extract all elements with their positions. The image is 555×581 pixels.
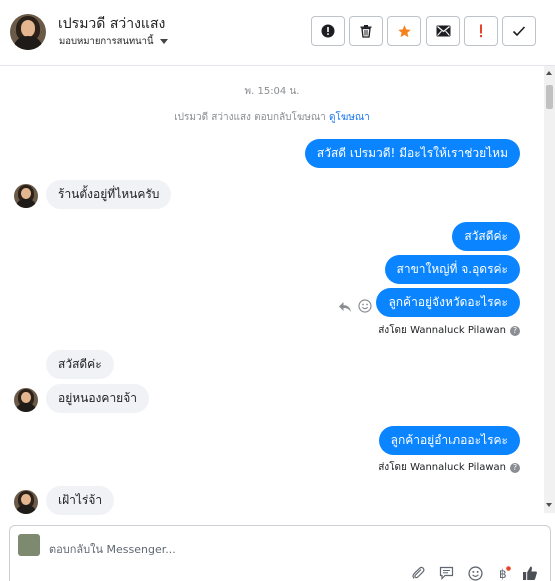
message-bubble-in[interactable]: ร้านตั้งอยู่ที่ไหนครับ <box>46 180 172 209</box>
message-bubble-out[interactable]: ลูกค้าอยู่จังหวัดอะไรคะ <box>376 288 520 317</box>
scrollbar-thumb[interactable] <box>546 85 553 109</box>
trash-icon <box>360 25 372 38</box>
message-timestamp: พ. 15:04 น. <box>244 86 300 97</box>
conversation-header: เปรมวดี สว่างแสง มอบหมายการสนทนานี้ <box>0 0 555 66</box>
contact-avatar[interactable] <box>10 14 46 50</box>
reply-composer[interactable]: ตอบกลับใน Messenger... ฿ <box>9 525 551 581</box>
exclamation-circle-icon <box>321 24 335 38</box>
assign-conversation-dropdown[interactable]: มอบหมายการสนทนานี้ <box>59 34 168 49</box>
sent-by-text: ส่งโดย Wannaluck Pilawan <box>378 325 506 336</box>
message-bubble-in[interactable]: เฝ้าไร่จ้า <box>46 486 115 515</box>
sent-by-text: ส่งโดย Wannaluck Pilawan <box>378 462 506 473</box>
envelope-icon <box>436 25 450 37</box>
sent-by-label: ส่งโดย Wannaluck Pilawan ? <box>378 323 520 338</box>
question-icon[interactable]: ? <box>510 462 520 473</box>
star-icon <box>397 24 411 37</box>
delete-button[interactable] <box>349 16 383 46</box>
svg-text:฿: ฿ <box>499 567 507 581</box>
contact-avatar-small <box>14 184 38 208</box>
message-bubble-out[interactable]: สาขาใหญ่ที่ จ.อุดรค่ะ <box>384 255 520 284</box>
assign-label: มอบหมายการสนทนานี้ <box>59 36 154 47</box>
payment-icon[interactable]: ฿ <box>496 565 512 581</box>
star-button[interactable] <box>387 16 421 46</box>
ad-reply-notice: เปรมวดี สว่างแสง ตอบกลับโฆษณา ดูโฆษณา <box>0 110 544 125</box>
mark-unread-button[interactable] <box>426 16 460 46</box>
exclamation-icon <box>480 24 482 38</box>
spam-button[interactable] <box>311 16 345 46</box>
emoji-icon[interactable] <box>467 565 483 581</box>
contact-avatar-small <box>14 490 38 514</box>
question-icon[interactable]: ? <box>510 325 520 336</box>
reply-icon[interactable] <box>338 298 352 317</box>
ad-reply-text: เปรมวดี สว่างแสง ตอบกลับโฆษณา <box>174 112 326 123</box>
scroll-down-icon[interactable] <box>546 503 552 507</box>
sent-by-label: ส่งโดย Wannaluck Pilawan ? <box>378 460 520 475</box>
contact-name[interactable]: เปรมวดี สว่างแสง <box>58 13 165 35</box>
message-bubble-out[interactable]: ลูกค้าอยู่อำเภออะไรคะ <box>378 426 520 455</box>
reply-input[interactable]: ตอบกลับใน Messenger... <box>49 540 176 558</box>
done-button[interactable] <box>502 16 536 46</box>
check-icon <box>512 26 526 37</box>
page-avatar <box>18 534 40 556</box>
contact-avatar-small <box>14 388 38 412</box>
message-bubble-out[interactable]: สวัสดีค่ะ <box>452 222 520 251</box>
scroll-up-icon[interactable] <box>546 71 552 75</box>
view-ad-link[interactable]: ดูโฆษณา <box>329 112 370 123</box>
message-bubble-in[interactable]: อยู่หนองคายจ้า <box>46 384 149 413</box>
like-icon[interactable] <box>522 565 538 581</box>
caret-down-icon <box>159 39 168 44</box>
messages-scrollbar[interactable] <box>544 66 555 513</box>
follow-up-button[interactable] <box>464 16 498 46</box>
react-emoji-icon[interactable] <box>358 298 372 317</box>
message-bubble-in[interactable]: สวัสดีค่ะ <box>46 350 114 379</box>
paperclip-icon[interactable] <box>410 565 426 581</box>
saved-replies-icon[interactable] <box>438 565 454 581</box>
message-bubble-out[interactable]: สวัสดี เปรมวดี! มีอะไรให้เราช่วยไหม <box>304 139 520 168</box>
